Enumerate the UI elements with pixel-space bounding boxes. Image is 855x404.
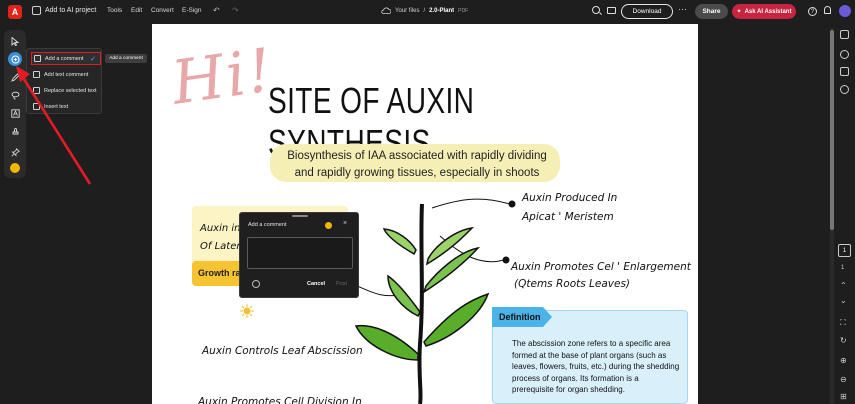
add-to-ai-project-button[interactable]: Add to AI project — [32, 6, 96, 15]
drag-handle[interactable] — [292, 215, 308, 217]
ai-assistant-label: Ask AI Assistant — [744, 8, 792, 15]
growth-band-label: Growth ra — [198, 268, 241, 278]
definition-tag: Definition — [492, 307, 552, 327]
menu-item-add-text-comment[interactable]: Add text comment — [31, 68, 101, 81]
file-type: PDF — [458, 7, 469, 14]
emoji-icon[interactable] — [252, 280, 260, 288]
label-produced-line2: Apicat ' Meristem — [522, 211, 614, 223]
file-name[interactable]: 2.0-Plant — [429, 8, 454, 14]
zoom-out-icon[interactable]: ⊖ — [840, 375, 847, 384]
tooltip: Add a comment — [105, 54, 147, 63]
comment-menu: Add a comment ✓ Add text comment Replace… — [26, 48, 102, 114]
menu-convert[interactable]: Convert — [151, 7, 174, 14]
fit-page-icon[interactable]: ⛶ — [840, 318, 846, 328]
draw-pen-icon[interactable] — [8, 70, 22, 84]
print-icon[interactable] — [607, 7, 616, 14]
lasso-icon[interactable] — [8, 88, 22, 102]
menu-item-insert-text[interactable]: Insert text — [31, 100, 101, 113]
stamp-icon[interactable] — [8, 123, 22, 137]
more-options-icon[interactable]: ··· — [678, 4, 687, 14]
more-tools-icon[interactable]: ⊞ — [840, 392, 847, 401]
left-toolbar — [4, 30, 26, 178]
menu-edit[interactable]: Edit — [131, 7, 142, 14]
pdf-page[interactable]: Hi! SITE OF AUXIN SYNTHESIS Biosynthesis… — [152, 24, 698, 404]
acrobat-logo-icon[interactable]: A — [8, 5, 22, 19]
download-button[interactable]: Download — [621, 4, 673, 19]
pin-icon[interactable] — [8, 145, 22, 159]
label-cell-division: Auxin Promotes Cell Division In — [198, 396, 362, 404]
comment-popup-title: Add a comment — [248, 222, 287, 228]
definition-tag-label: Definition — [499, 312, 541, 322]
comment-color-icon[interactable] — [325, 222, 332, 229]
card-line2: Of Later — [200, 241, 241, 252]
add-comment-tool-icon[interactable] — [8, 52, 22, 66]
comment-icon — [34, 55, 41, 62]
ai-summary-icon[interactable] — [840, 30, 849, 39]
label-produced-line1: Auxin Produced In — [522, 192, 618, 204]
menu-item-label: Replace selected text — [44, 87, 97, 94]
card-line1: Auxin in — [200, 223, 241, 234]
notifications-icon[interactable] — [824, 6, 831, 14]
menu-item-label: Add text comment — [44, 71, 89, 78]
page-total: 1 — [841, 265, 845, 271]
text-box-icon[interactable] — [8, 106, 22, 120]
help-icon[interactable]: ? — [808, 7, 817, 16]
comments-panel-icon[interactable] — [840, 50, 849, 59]
current-page-field[interactable]: 1 — [838, 244, 851, 257]
scrollbar-thumb[interactable] — [830, 30, 834, 230]
undo-icon[interactable]: ↶ — [213, 6, 220, 15]
file-breadcrumb: Your files / 2.0-Plant PDF — [381, 7, 468, 14]
menu-item-label: Add a comment — [45, 55, 84, 62]
ai-project-icon — [32, 6, 41, 15]
ai-assistant-icon: ✦ — [736, 9, 742, 15]
organize-pages-icon[interactable] — [840, 67, 849, 76]
comment-color-swatch[interactable] — [10, 163, 20, 173]
avatar[interactable] — [839, 5, 851, 17]
ai-assistant-button[interactable]: ✦ Ask AI Assistant — [732, 4, 796, 19]
cancel-button[interactable]: Cancel — [307, 281, 325, 287]
checkmark-icon: ✓ — [90, 56, 96, 63]
share-button[interactable]: Share — [695, 4, 728, 19]
ai-project-label: Add to AI project — [45, 7, 97, 14]
text-comment-icon — [33, 71, 40, 78]
zoom-in-icon[interactable]: ⊕ — [840, 356, 847, 365]
post-button[interactable]: Post — [336, 281, 347, 287]
top-bar: A Add to AI project Tools Edit Convert E… — [0, 0, 855, 24]
cloud-icon — [381, 7, 391, 14]
menu-esign[interactable]: E-Sign — [182, 7, 202, 14]
breadcrumb-separator: / — [423, 7, 426, 14]
label-leaf-abscission: Auxin Controls Leaf Abscission — [202, 345, 363, 357]
breadcrumb-root[interactable]: Your files — [395, 8, 419, 14]
menu-item-replace-text[interactable]: Replace selected text — [31, 84, 101, 97]
select-cursor-icon[interactable] — [8, 34, 22, 48]
comment-popup: Add a comment × Cancel Post — [239, 212, 359, 298]
replace-text-icon — [33, 87, 40, 94]
redo-icon[interactable]: ↷ — [232, 6, 239, 15]
menu-tools[interactable]: Tools — [107, 7, 122, 14]
menu-item-add-comment[interactable]: Add a comment ✓ — [31, 52, 101, 65]
label-enlargement-line1: Auxin Promotes Cel ' Enlargement — [511, 261, 691, 273]
label-enlargement-line2: (Qtems Roots Leaves) — [514, 278, 631, 290]
page-down-icon[interactable]: ⌄ — [840, 296, 847, 305]
comment-input[interactable] — [247, 237, 353, 269]
search-icon[interactable] — [592, 6, 600, 14]
menu-item-label: Insert text — [44, 103, 69, 110]
bookmarks-icon[interactable] — [840, 85, 849, 94]
page-up-icon[interactable]: ⌃ — [840, 281, 847, 290]
rotate-icon[interactable]: ↻ — [840, 336, 847, 345]
close-icon[interactable]: × — [343, 220, 347, 227]
definition-body: The abscission zone refers to a specific… — [512, 339, 680, 394]
insert-text-icon — [33, 103, 40, 110]
